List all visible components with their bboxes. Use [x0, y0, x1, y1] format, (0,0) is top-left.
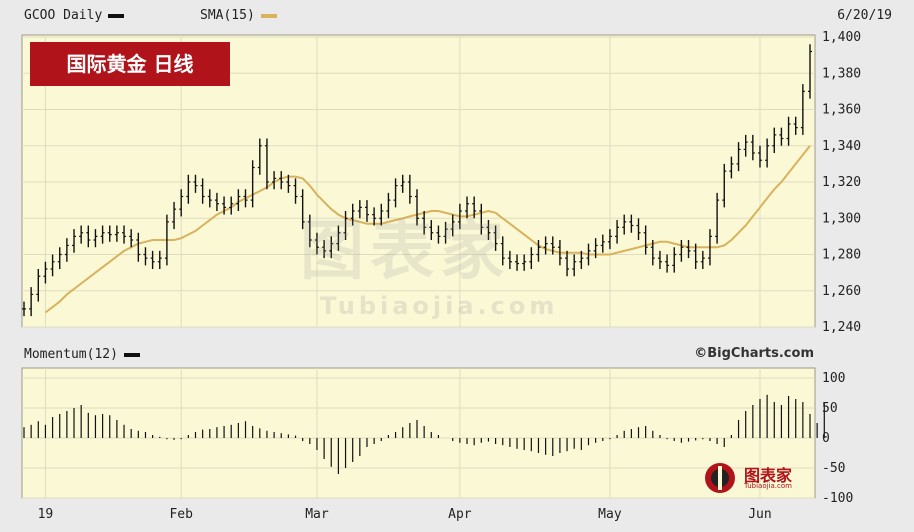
sma-label: SMA(15) — [200, 8, 277, 23]
logo-head-icon — [705, 463, 735, 493]
momentum-text: Momentum(12) — [24, 347, 118, 362]
symbol-label: GCOO Daily — [24, 8, 125, 23]
momentum-ytick-label: 100 — [822, 371, 845, 386]
date-label: 6/20/19 — [837, 8, 892, 23]
watermark-sub: Tubiaojia.com — [320, 292, 559, 320]
price-ytick-label: 1,360 — [822, 103, 861, 118]
title-badge: 国际黄金 日线 — [30, 42, 230, 86]
x-tick-label: Jun — [748, 507, 771, 522]
x-tick-label: 19 — [38, 507, 54, 522]
price-ytick-label: 1,320 — [822, 175, 861, 190]
price-ytick-label: 1,400 — [822, 30, 861, 45]
momentum-legend-swatch — [123, 352, 140, 357]
momentum-ytick-label: 50 — [822, 401, 838, 416]
price-legend-swatch — [108, 13, 125, 18]
sma-text: SMA(15) — [200, 8, 255, 23]
momentum-ytick-label: -100 — [822, 491, 853, 506]
chart-stage: 1,400 1,380 1,360 1,340 1,320 1,300 1,280 1,260… — [0, 0, 914, 528]
logo-subtext: Tubiaojia.com — [744, 482, 792, 490]
price-ytick-label: 1,340 — [822, 139, 861, 154]
x-tick-label: May — [598, 507, 622, 522]
price-ytick-label: 1,240 — [822, 320, 861, 335]
watermark-main: 图表家 — [300, 215, 510, 289]
x-tick-label: Feb — [169, 507, 193, 522]
price-ytick-label: 1,300 — [822, 211, 861, 226]
momentum-ytick-label: -50 — [822, 461, 845, 476]
sma-legend-swatch — [260, 13, 277, 18]
x-tick-label: Mar — [305, 507, 329, 522]
price-ytick-label: 1,260 — [822, 284, 861, 299]
momentum-plot-area — [21, 367, 816, 499]
tubiaojia-logo: 图表家 Tubiaojia.com — [700, 460, 810, 496]
price-ytick-label: 1,380 — [822, 66, 861, 81]
momentum-label: Momentum(12) — [24, 347, 140, 362]
momentum-ytick-label: 0 — [822, 431, 830, 446]
price-ytick-label: 1,280 — [822, 248, 861, 263]
symbol-text: GCOO Daily — [24, 8, 103, 23]
price-ytick-labels: 1,400 1,380 1,360 1,340 1,320 1,300 1,280 1,260… — [822, 30, 861, 335]
credit-label: ©BigCharts.com — [694, 346, 814, 361]
x-tick-label: Apr — [448, 507, 472, 522]
